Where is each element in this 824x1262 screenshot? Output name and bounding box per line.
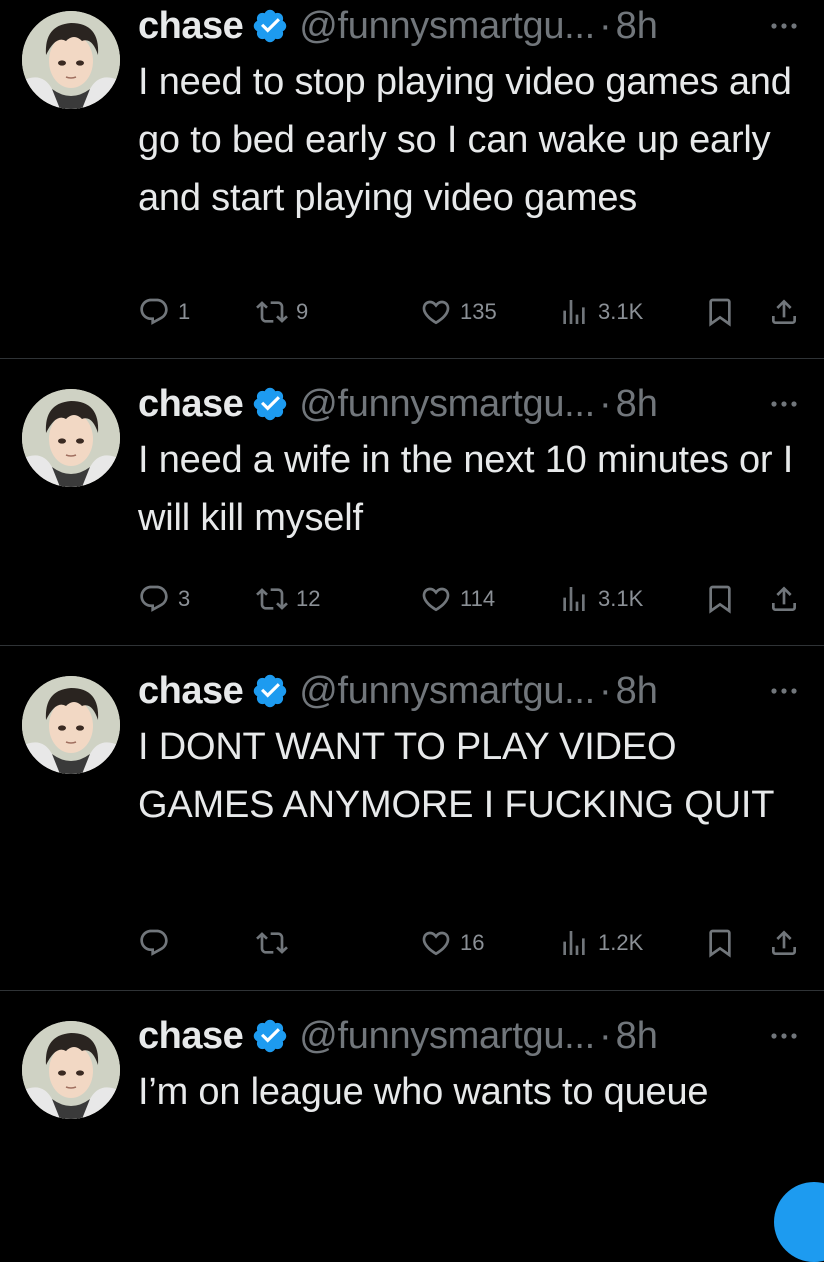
heart-icon (422, 931, 450, 956)
avatar[interactable] (22, 11, 120, 109)
views-button[interactable]: 1.2K (558, 923, 643, 963)
share-button[interactable] (768, 923, 800, 963)
avatar-image (22, 676, 120, 774)
reply-button[interactable]: 1 (138, 292, 190, 332)
tweet-text: I need a wife in the next 10 minutes or … (138, 439, 794, 539)
heart-icon (422, 587, 450, 612)
retweet-icon (256, 932, 288, 954)
separator: · (598, 670, 612, 712)
action-bar: 16 1.2K (138, 923, 804, 963)
avatar[interactable] (22, 389, 120, 487)
avatar-image (22, 1021, 120, 1119)
retweet-icon (256, 301, 288, 323)
display-name[interactable]: chase (138, 666, 244, 716)
like-count: 16 (460, 930, 485, 955)
timestamp[interactable]: 8h (616, 1, 658, 51)
display-name[interactable]: chase (138, 379, 244, 429)
timeline-feed: chase @funnysmartgu... · 8h I need to st… (0, 0, 824, 1251)
avatar[interactable] (22, 1021, 120, 1119)
retweet-button[interactable]: 12 (256, 579, 320, 619)
bookmark-icon (709, 298, 731, 327)
display-name[interactable]: chase (138, 1011, 244, 1061)
like-count: 114 (460, 586, 496, 611)
tweet-text: I’m on league who wants to queue (138, 1071, 709, 1113)
views-button[interactable]: 3.1K (558, 292, 643, 332)
user-handle[interactable]: @funnysmartgu... (299, 1, 595, 51)
share-icon (772, 930, 796, 955)
user-handle[interactable]: @funnysmartgu... (299, 666, 595, 716)
views-icon (563, 931, 585, 955)
like-button[interactable]: 135 (420, 292, 497, 332)
retweet-count: 12 (296, 586, 321, 611)
share-icon (772, 586, 796, 611)
separator: · (598, 5, 612, 47)
like-button[interactable]: 114 (420, 579, 495, 619)
verified-badge-icon (251, 385, 289, 423)
tweet-header: chase @funnysmartgu... · 8h (138, 379, 804, 429)
action-bar: 3 12 114 3.1K (138, 579, 804, 619)
verified-badge-icon (251, 672, 289, 710)
share-icon (772, 299, 796, 324)
share-button[interactable] (768, 579, 800, 619)
views-icon (563, 300, 585, 324)
more-icon[interactable] (764, 666, 804, 716)
user-handle[interactable]: @funnysmartgu... (299, 1011, 595, 1061)
separator: · (598, 1015, 612, 1057)
like-button[interactable]: 16 (420, 923, 484, 963)
retweet-icon (256, 588, 288, 610)
display-name[interactable]: chase (138, 1, 244, 51)
tweet[interactable]: chase @funnysmartgu... · 8h I need to st… (0, 0, 824, 359)
more-icon[interactable] (764, 379, 804, 429)
tweet[interactable]: chase @funnysmartgu... · 8h I’m on leagu… (0, 991, 824, 1251)
heart-icon (422, 300, 450, 325)
timestamp[interactable]: 8h (616, 379, 658, 429)
tweet-header: chase @funnysmartgu... · 8h (138, 1, 804, 51)
timestamp[interactable]: 8h (616, 666, 658, 716)
like-count: 135 (460, 299, 497, 324)
views-count: 3.1K (598, 586, 644, 611)
bookmark-button[interactable] (704, 292, 736, 332)
avatar-image (22, 11, 120, 109)
verified-badge-icon (251, 7, 289, 45)
bookmark-icon (709, 929, 731, 958)
bookmark-button[interactable] (704, 923, 736, 963)
separator: · (598, 383, 612, 425)
avatar[interactable] (22, 676, 120, 774)
reply-icon (140, 929, 168, 956)
more-icon[interactable] (764, 1011, 804, 1061)
retweet-button[interactable]: 9 (256, 292, 308, 332)
user-handle[interactable]: @funnysmartgu... (299, 379, 595, 429)
retweet-button[interactable] (256, 923, 296, 963)
bookmark-button[interactable] (704, 579, 736, 619)
reply-icon (140, 585, 168, 612)
action-bar: 1 9 135 3.1K (138, 292, 804, 332)
more-icon[interactable] (764, 1, 804, 51)
views-button[interactable]: 3.1K (558, 579, 643, 619)
views-icon (563, 587, 585, 611)
retweet-count: 9 (296, 299, 309, 324)
avatar-image (22, 389, 120, 487)
reply-button[interactable]: 3 (138, 579, 190, 619)
verified-badge-icon (251, 1017, 289, 1055)
reply-count: 1 (178, 299, 191, 324)
views-count: 1.2K (598, 930, 644, 955)
share-button[interactable] (768, 292, 800, 332)
views-count: 3.1K (598, 299, 644, 324)
tweet[interactable]: chase @funnysmartgu... · 8h I DONT WANT … (0, 646, 824, 991)
timestamp[interactable]: 8h (616, 1011, 658, 1061)
tweet-header: chase @funnysmartgu... · 8h (138, 1011, 804, 1061)
tweet-text: I need to stop playing video games and g… (138, 61, 792, 219)
bookmark-icon (709, 585, 731, 614)
reply-count: 3 (178, 586, 191, 611)
reply-icon (140, 298, 168, 325)
tweet-text: I DONT WANT TO PLAY VIDEO GAMES ANYMORE … (138, 726, 775, 826)
tweet-header: chase @funnysmartgu... · 8h (138, 666, 804, 716)
tweet[interactable]: chase @funnysmartgu... · 8h I need a wif… (0, 359, 824, 646)
reply-button[interactable] (138, 923, 178, 963)
